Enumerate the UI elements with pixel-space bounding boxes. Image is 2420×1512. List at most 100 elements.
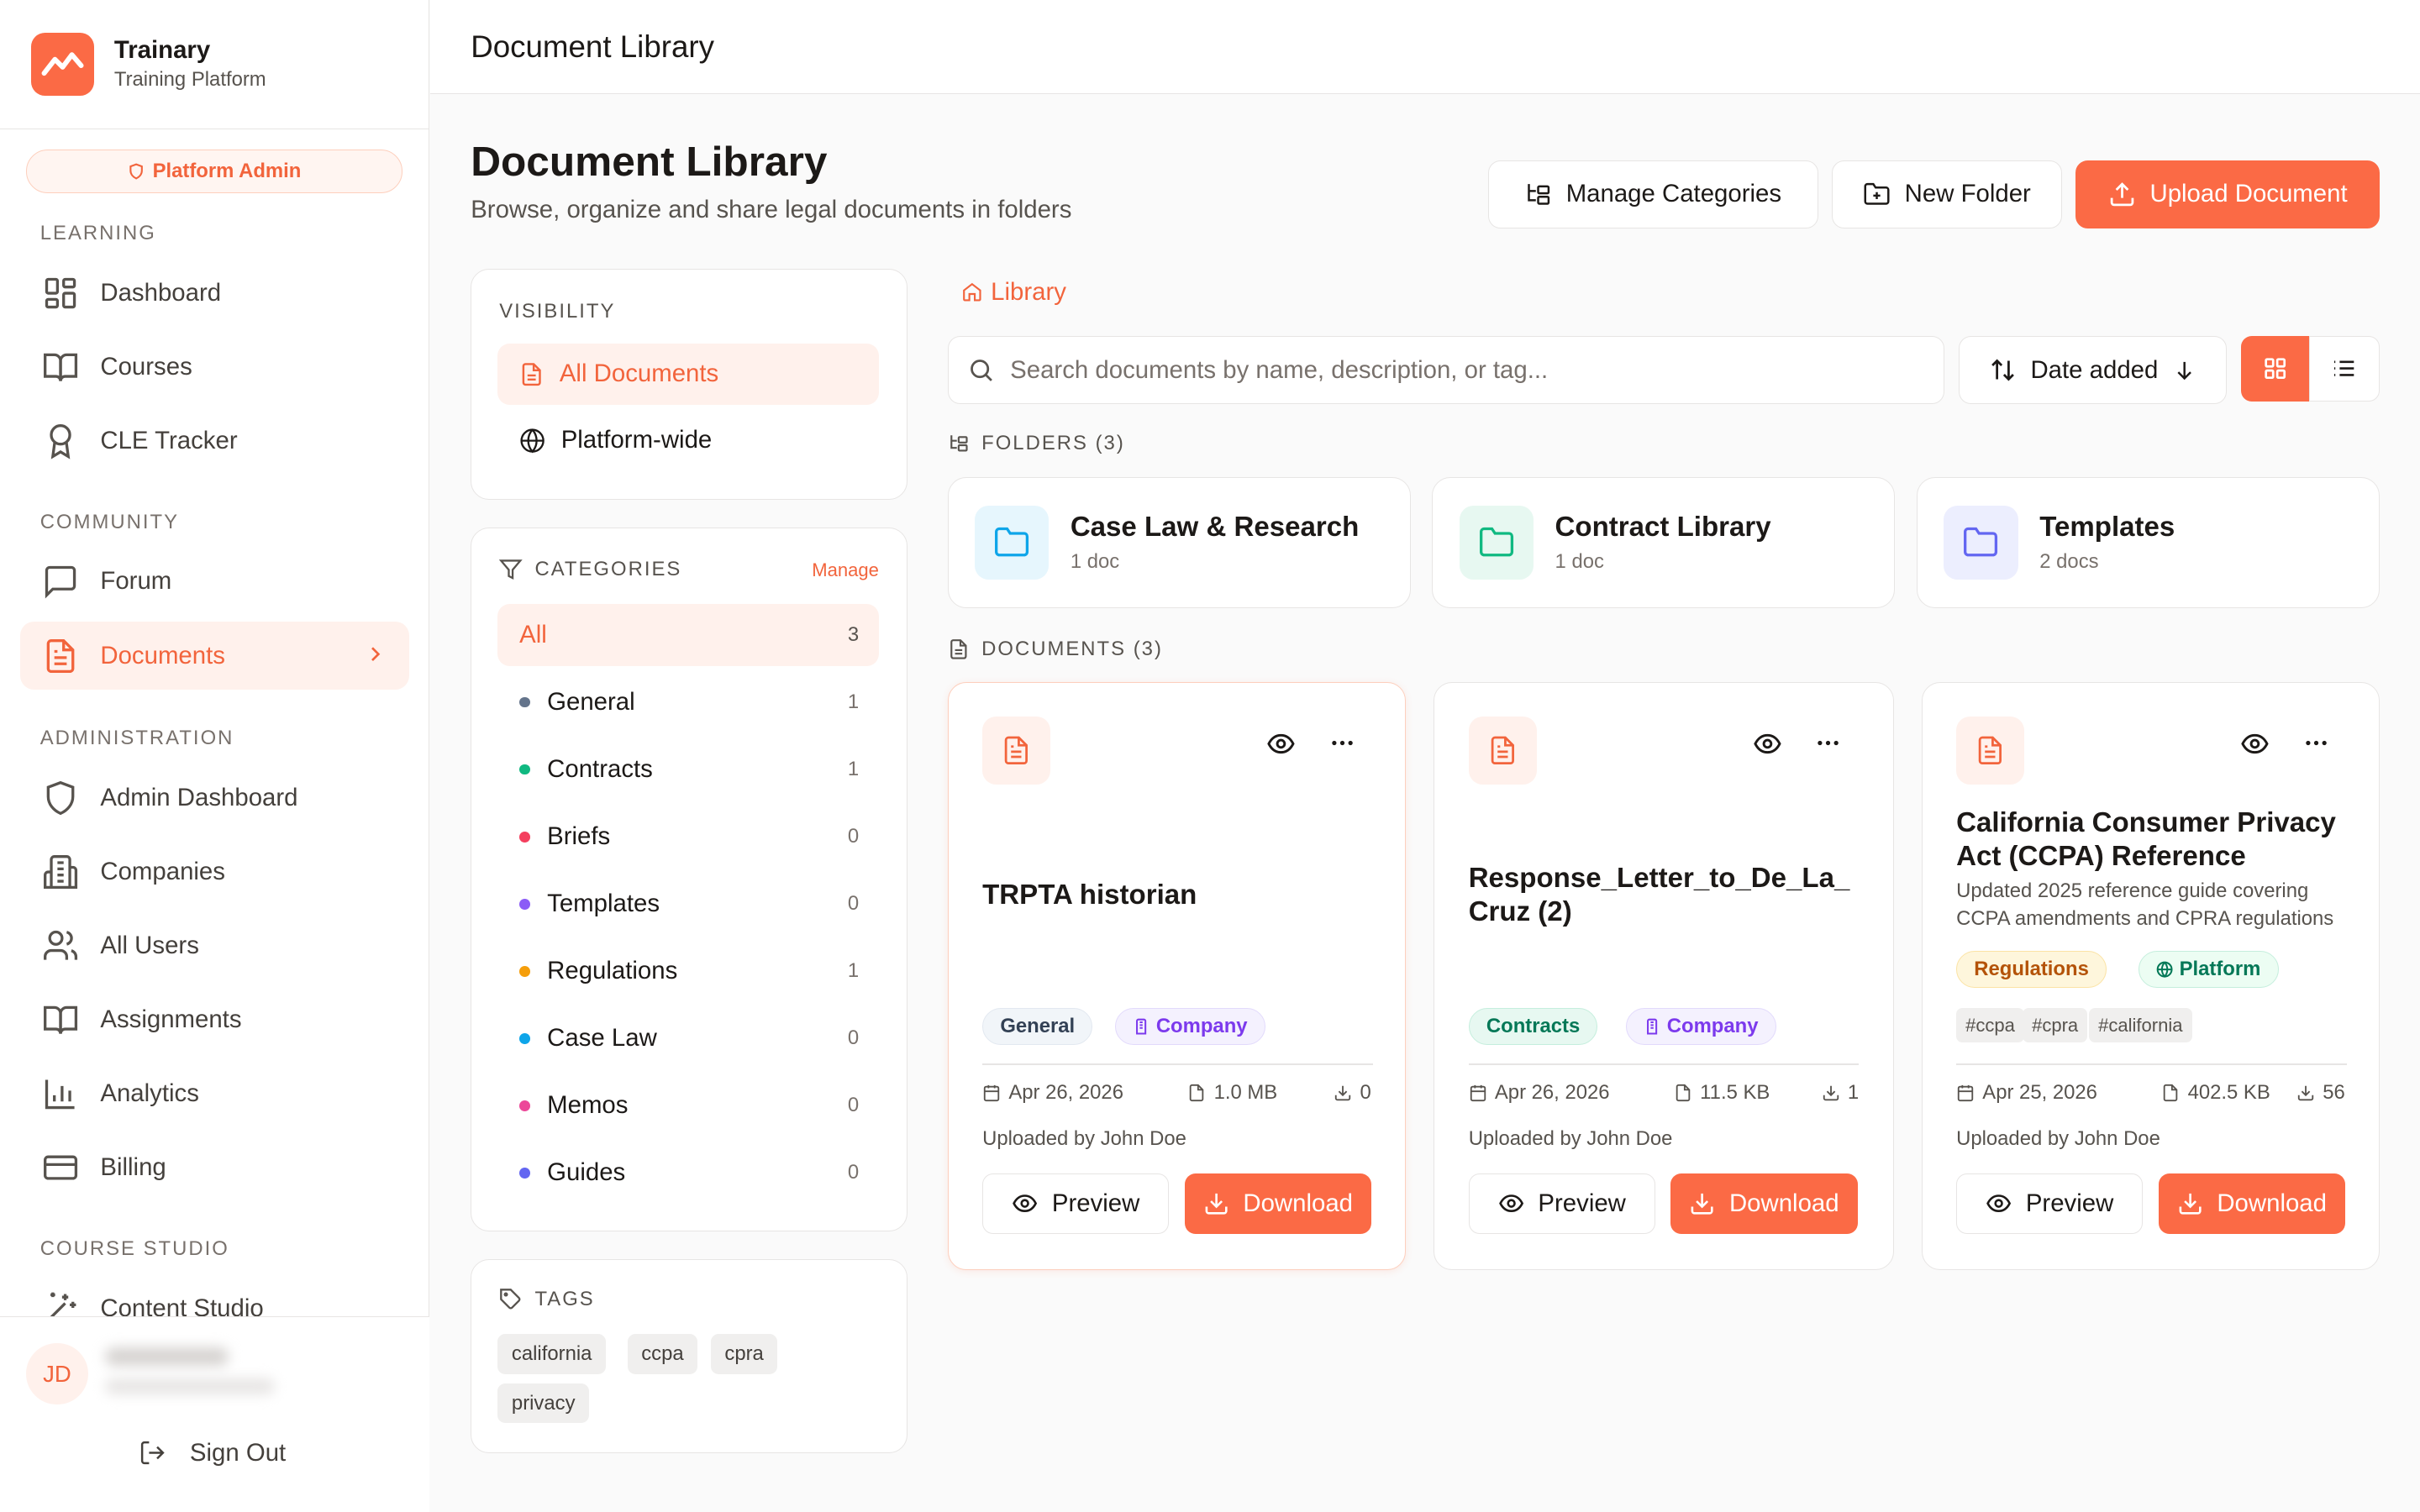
category-item[interactable]: General 1 [497,671,879,732]
hashtag-chip[interactable]: #cpra [2023,1008,2088,1042]
category-count: 1 [847,758,860,781]
book-icon [40,1000,81,1040]
category-color-dot [519,1032,530,1044]
folder-card[interactable]: Templates 2 docs [1917,476,2381,608]
book-icon [40,347,81,387]
category-item[interactable]: Case Law 0 [497,1008,879,1069]
manage-categories-link[interactable]: Manage [812,559,879,581]
sign-out-label: Sign Out [189,1438,287,1467]
hashtag-chip[interactable]: #california [2089,1008,2192,1042]
downloads-text: 0 [1360,1080,1371,1104]
category-item[interactable]: All 3 [497,604,880,666]
preview-button[interactable]: Preview [1468,1173,1655,1234]
category-count: 0 [847,1026,860,1050]
users-icon [40,926,81,966]
category-badge: General [982,1008,1093,1046]
avatar[interactable]: JD [26,1342,88,1405]
grid-view-toggle[interactable] [2240,336,2309,402]
more-options-icon[interactable] [1328,729,1356,757]
eye-icon[interactable] [2240,729,2270,759]
more-options-icon[interactable] [2302,729,2330,757]
nav-item-billing[interactable]: Billing [20,1134,409,1202]
folder-card[interactable]: Case Law & Research 1 doc [947,476,1411,608]
preview-label: Preview [1051,1189,1140,1217]
nav-label: All Users [100,931,199,959]
nav-item-all-users[interactable]: All Users [20,911,409,979]
date-text: Apr 25, 2026 [1982,1080,2097,1104]
category-item[interactable]: Contracts 1 [497,738,879,800]
download-label: Download [1243,1189,1354,1217]
more-options-icon[interactable] [1814,729,1842,757]
visibility-title: VISIBILITY [499,300,616,323]
nav-item-courses[interactable]: Courses [20,333,409,402]
nav-label: Dashboard [100,278,222,307]
category-color-dot [519,1168,530,1179]
download-count: 56 [2296,1081,2345,1105]
preview-button[interactable]: Preview [1956,1173,2144,1234]
documents-title: DOCUMENTS (3) [981,637,1163,660]
category-item[interactable]: Regulations 1 [497,941,879,1002]
divider [1468,1063,1860,1066]
visibility-platform-wide[interactable]: Platform-wide [497,410,879,471]
category-item[interactable]: Briefs 0 [497,806,879,867]
search-field[interactable]: Search documents by name, description, o… [947,336,1945,405]
breadcrumb[interactable]: Library [961,278,1066,307]
divider [982,1063,1373,1066]
nav-item-analytics[interactable]: Analytics [20,1060,409,1128]
sort-dropdown[interactable]: Date added [1958,336,2228,405]
brand[interactable]: Trainary Training Platform [0,0,429,130]
folder-name: Case Law & Research [1070,511,1360,543]
tag-chip[interactable]: cpra [710,1333,778,1374]
shield-icon [128,162,145,181]
nav-label: Forum [100,567,172,596]
tag-chip[interactable]: privacy [497,1383,590,1424]
nav-item-documents[interactable]: Documents [19,622,409,690]
eye-icon[interactable] [1266,729,1296,759]
nav-item-dashboard[interactable]: Dashboard [20,260,409,328]
list-view-toggle[interactable] [2308,336,2381,402]
search-icon [967,356,995,384]
nav-item-companies[interactable]: Companies [20,837,409,906]
eye-icon[interactable] [1753,729,1782,759]
category-item[interactable]: Guides 0 [497,1142,879,1204]
download-button[interactable]: Download [1670,1173,1858,1234]
category-label: Regulations [547,957,678,985]
category-count: 0 [847,1094,860,1117]
preview-label: Preview [2025,1189,2114,1217]
document-card[interactable]: California Consumer Privacy Act (CCPA) R… [1921,681,2381,1270]
download-button[interactable]: Download [1184,1173,1371,1234]
folder-card[interactable]: Contract Library 1 doc [1432,476,1896,608]
grid-icon [2263,356,2287,381]
nav-item-forum[interactable]: Forum [20,548,409,616]
tag-chip[interactable]: ccpa [627,1333,698,1374]
download-button[interactable]: Download [2158,1173,2345,1234]
visibility-badge: Company [1115,1008,1265,1046]
document-card[interactable]: TRPTA historian General Company Apr 26, 202… [947,681,1407,1270]
nav-item-admin-dashboard[interactable]: Admin Dashboard [20,764,409,832]
sort-icon [1989,356,2017,384]
folder-count: 1 doc [1070,549,1120,573]
manage-categories-button[interactable]: Manage Categories [1487,160,1818,228]
category-item[interactable]: Memos 0 [497,1075,879,1137]
document-title: Response_Letter_to_De_La_Cruz (2) [1468,862,1850,928]
folder-tree-icon [948,433,970,454]
sign-out-button[interactable]: Sign Out [139,1439,286,1467]
visibility-all-documents[interactable]: All Documents [497,343,880,406]
categories-panel: CATEGORIES Manage All 3 General 1 Contracts 1… [471,528,908,1231]
tag-chip[interactable]: california [497,1333,606,1374]
download-icon [2177,1190,2203,1216]
hashtag-chip[interactable]: #ccpa [1956,1008,2024,1042]
download-icon [1334,1084,1352,1102]
new-folder-button[interactable]: New Folder [1832,160,2062,228]
nav-item-assignments[interactable]: Assignments [20,986,409,1054]
globe-icon [519,428,545,454]
nav-item-cle-tracker[interactable]: CLE Tracker [20,407,409,475]
upload-document-button[interactable]: Upload Document [2075,160,2381,228]
preview-button[interactable]: Preview [982,1173,1170,1234]
file-icon [1468,717,1537,785]
file-size: 11.5 KB [1674,1081,1770,1105]
uploaded-by: Uploaded by John Doe [1956,1126,2160,1150]
page-subtitle: Browse, organize and share legal documen… [471,196,1072,224]
document-card[interactable]: Response_Letter_to_De_La_Cruz (2) Contrac… [1434,681,1894,1270]
category-item[interactable]: Templates 0 [497,873,879,934]
